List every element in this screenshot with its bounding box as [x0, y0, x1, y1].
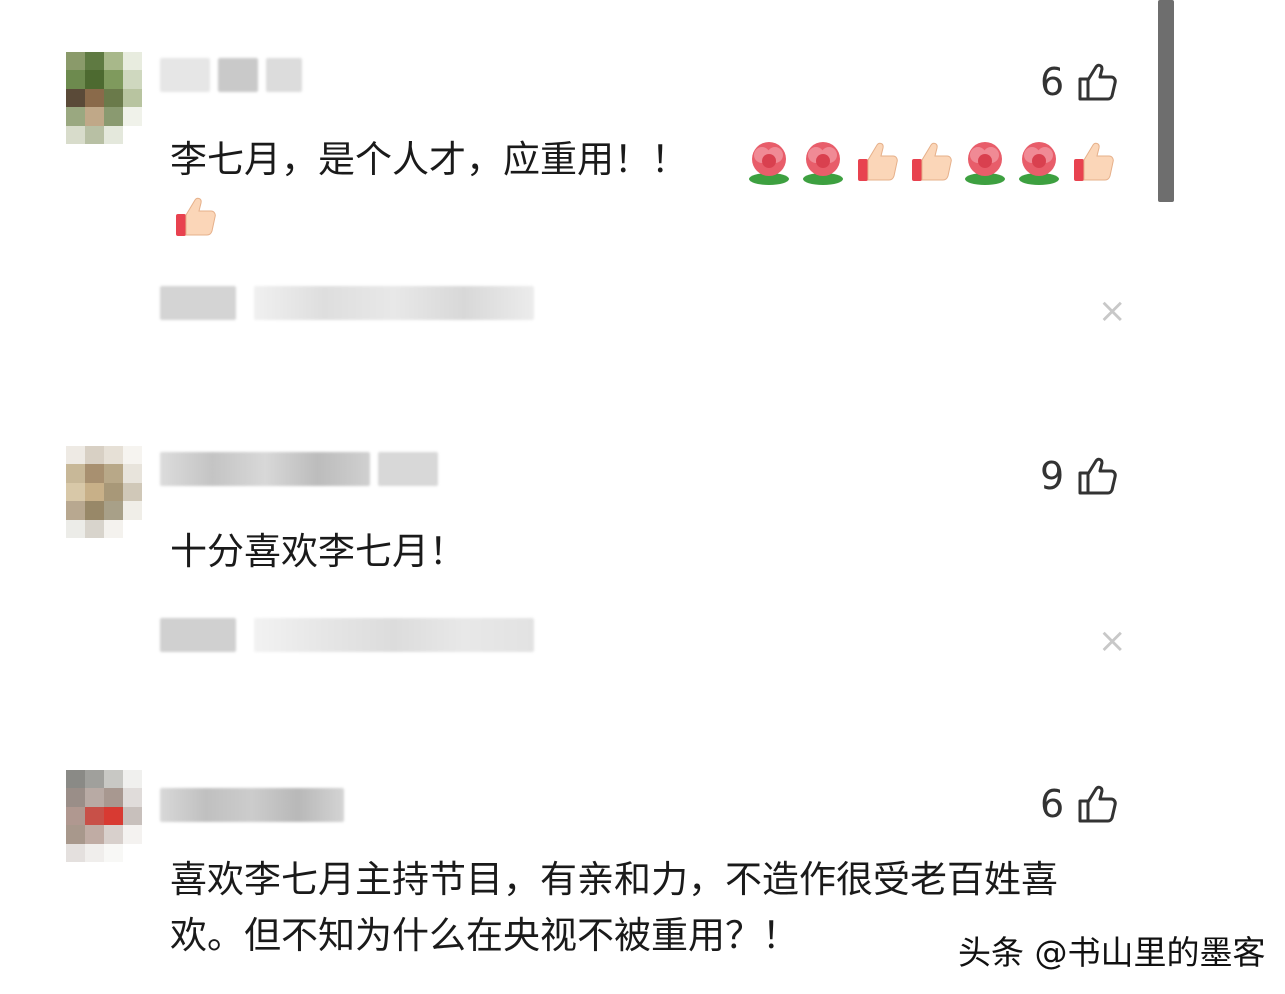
- username-blurred[interactable]: [160, 446, 438, 492]
- close-icon[interactable]: ×: [1098, 624, 1127, 658]
- username-blurred[interactable]: [160, 52, 302, 98]
- like-count: 6: [1040, 60, 1065, 104]
- avatar[interactable]: [66, 770, 142, 862]
- flower-emoji-icon: [1012, 135, 1066, 189]
- like-count: 9: [1040, 454, 1065, 498]
- flower-emoji-icon: [742, 135, 796, 189]
- emoji-row: [742, 135, 1120, 189]
- comment-text: 十分喜欢李七月！: [170, 530, 466, 573]
- flower-emoji-icon: [796, 135, 850, 189]
- thumbs-up-icon[interactable]: [1074, 782, 1118, 826]
- thumbs-up-icon[interactable]: [1074, 454, 1118, 498]
- thumbs-up-emoji-icon: [1066, 135, 1120, 189]
- comment-text-block: 十分喜欢李七月！: [170, 524, 1130, 580]
- reply-input-blurred[interactable]: [160, 286, 534, 320]
- thumbs-up-emoji-icon: [850, 135, 904, 189]
- comment-text-block: 李七月，是个人才，应重用！！: [170, 132, 1130, 189]
- flower-emoji-icon: [958, 135, 1012, 189]
- avatar[interactable]: [66, 52, 142, 144]
- scrollbar-thumb[interactable]: [1158, 0, 1174, 202]
- thumbs-up-emoji-icon: [904, 135, 958, 189]
- like-count: 6: [1040, 782, 1065, 826]
- reply-input-blurred[interactable]: [160, 618, 534, 652]
- thumbs-up-icon[interactable]: [1074, 60, 1118, 104]
- comment-text: 李七月，是个人才，应重用！！: [170, 138, 688, 181]
- avatar[interactable]: [66, 446, 142, 538]
- watermark: 头条 @书山里的墨客: [958, 933, 1266, 972]
- comment-text: 喜欢李七月主持节目，有亲和力，不造作很受老百姓喜欢。但不知为什么在央视不被重用？…: [170, 858, 1058, 957]
- username-blurred[interactable]: [160, 782, 344, 828]
- thumbs-up-emoji-icon: [168, 190, 222, 244]
- close-icon[interactable]: ×: [1098, 294, 1127, 328]
- emoji-row-continued: [168, 190, 222, 244]
